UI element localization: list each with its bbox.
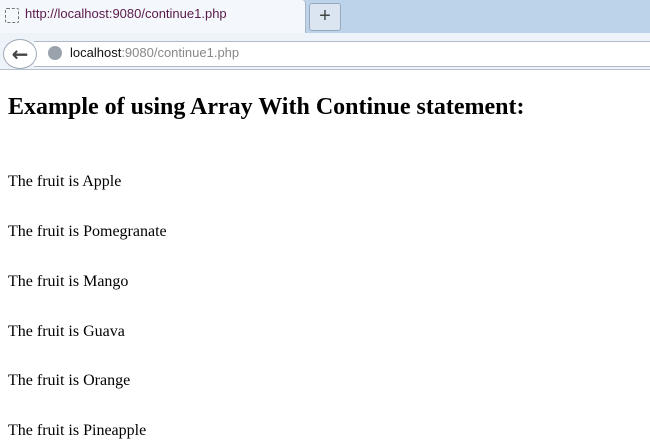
url-path: :9080/continue1.php — [121, 45, 240, 60]
back-arrow-icon: ← — [11, 42, 29, 66]
globe-icon — [48, 46, 62, 60]
tab-active[interactable]: http://localhost:9080/continue1.php — [0, 0, 306, 33]
fruit-line: The fruit is Mango — [8, 273, 129, 290]
tab-title: http://localhost:9080/continue1.php — [25, 6, 227, 21]
url-text[interactable]: localhost:9080/continue1.php — [70, 45, 239, 60]
tab-bar: http://localhost:9080/continue1.php + — [0, 0, 650, 33]
back-button[interactable]: ← — [3, 39, 37, 69]
page-icon — [5, 8, 19, 23]
fruit-line: The fruit is Apple — [8, 173, 122, 190]
page-heading: Example of using Array With Continue sta… — [8, 94, 525, 120]
fruit-line: The fruit is Guava — [8, 323, 125, 340]
new-tab-button[interactable]: + — [309, 3, 341, 31]
fruit-line: The fruit is Pomegranate — [8, 223, 167, 240]
fruit-line: The fruit is Orange — [8, 372, 131, 389]
url-host: localhost — [70, 45, 122, 60]
fruit-line: The fruit is Pineapple — [8, 422, 147, 439]
